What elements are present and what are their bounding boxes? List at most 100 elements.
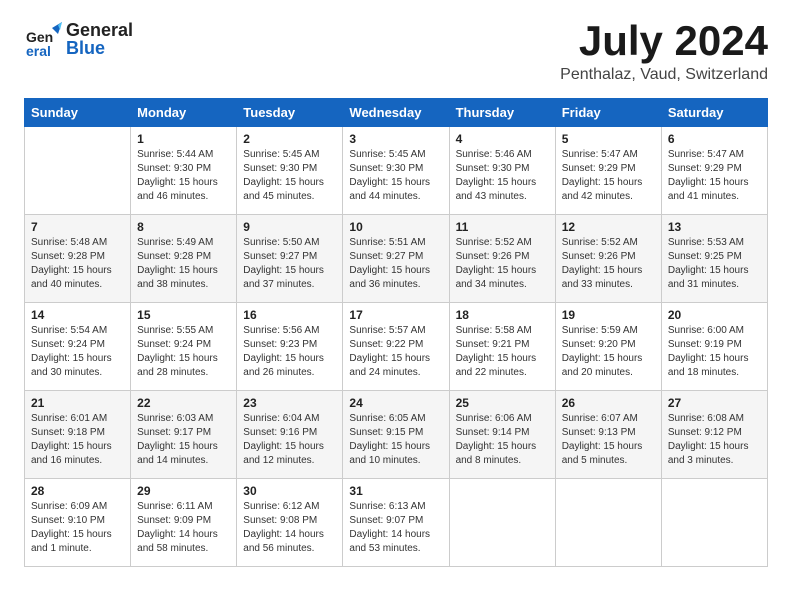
cell-sun-info: Sunrise: 5:52 AM Sunset: 9:26 PM Dayligh… (562, 236, 655, 292)
calendar-cell: 8 Sunrise: 5:49 AM Sunset: 9:28 PM Daylig… (131, 215, 237, 303)
calendar-cell: 4 Sunrise: 5:46 AM Sunset: 9:30 PM Daylig… (449, 127, 555, 215)
column-header-thursday: Thursday (449, 99, 555, 127)
logo-name: General Blue (66, 21, 133, 57)
cell-sun-info: Sunrise: 6:12 AM Sunset: 9:08 PM Dayligh… (243, 500, 336, 556)
cell-date-number: 1 (137, 132, 230, 146)
calendar-cell: 2 Sunrise: 5:45 AM Sunset: 9:30 PM Daylig… (237, 127, 343, 215)
cell-sun-info: Sunrise: 5:52 AM Sunset: 9:26 PM Dayligh… (456, 236, 549, 292)
calendar-cell: 11 Sunrise: 5:52 AM Sunset: 9:26 PM Dayli… (449, 215, 555, 303)
cell-sun-info: Sunrise: 5:48 AM Sunset: 9:28 PM Dayligh… (31, 236, 124, 292)
calendar-cell: 5 Sunrise: 5:47 AM Sunset: 9:29 PM Daylig… (555, 127, 661, 215)
cell-sun-info: Sunrise: 5:56 AM Sunset: 9:23 PM Dayligh… (243, 324, 336, 380)
calendar-header-row: SundayMondayTuesdayWednesdayThursdayFrid… (25, 99, 768, 127)
title-block: July 2024 Penthalaz, Vaud, Switzerland (560, 20, 768, 84)
cell-date-number: 2 (243, 132, 336, 146)
cell-sun-info: Sunrise: 6:04 AM Sunset: 9:16 PM Dayligh… (243, 412, 336, 468)
calendar-cell: 19Sunrise: 5:59 AM Sunset: 9:20 PM Dayli… (555, 303, 661, 391)
cell-date-number: 26 (562, 396, 655, 410)
calendar-cell: 7 Sunrise: 5:48 AM Sunset: 9:28 PM Daylig… (25, 215, 131, 303)
calendar-week-row: 7 Sunrise: 5:48 AM Sunset: 9:28 PM Daylig… (25, 215, 768, 303)
cell-sun-info: Sunrise: 5:47 AM Sunset: 9:29 PM Dayligh… (668, 148, 761, 204)
calendar-cell: 30 Sunrise: 6:12 AM Sunset: 9:08 PM Dayli… (237, 479, 343, 567)
calendar-cell (555, 479, 661, 567)
cell-date-number: 4 (456, 132, 549, 146)
calendar-table: SundayMondayTuesdayWednesdayThursdayFrid… (24, 98, 768, 567)
cell-sun-info: Sunrise: 6:06 AM Sunset: 9:14 PM Dayligh… (456, 412, 549, 468)
cell-date-number: 20 (668, 308, 761, 322)
cell-sun-info: Sunrise: 5:54 AM Sunset: 9:24 PM Dayligh… (31, 324, 124, 380)
cell-date-number: 7 (31, 220, 124, 234)
column-header-monday: Monday (131, 99, 237, 127)
cell-sun-info: Sunrise: 5:57 AM Sunset: 9:22 PM Dayligh… (349, 324, 442, 380)
cell-date-number: 24 (349, 396, 442, 410)
calendar-cell: 3Sunrise: 5:45 AM Sunset: 9:30 PM Daylig… (343, 127, 449, 215)
calendar-cell: 10 Sunrise: 5:51 AM Sunset: 9:27 PM Dayli… (343, 215, 449, 303)
cell-sun-info: Sunrise: 5:46 AM Sunset: 9:30 PM Dayligh… (456, 148, 549, 204)
cell-sun-info: Sunrise: 5:51 AM Sunset: 9:27 PM Dayligh… (349, 236, 442, 292)
calendar-cell (25, 127, 131, 215)
cell-date-number: 22 (137, 396, 230, 410)
cell-sun-info: Sunrise: 5:47 AM Sunset: 9:29 PM Dayligh… (562, 148, 655, 204)
calendar-week-row: 21 Sunrise: 6:01 AM Sunset: 9:18 PM Dayli… (25, 391, 768, 479)
cell-date-number: 30 (243, 484, 336, 498)
calendar-cell: 15Sunrise: 5:55 AM Sunset: 9:24 PM Dayli… (131, 303, 237, 391)
svg-text:eral: eral (26, 43, 51, 58)
column-header-friday: Friday (555, 99, 661, 127)
calendar-cell: 13Sunrise: 5:53 AM Sunset: 9:25 PM Dayli… (661, 215, 767, 303)
cell-date-number: 23 (243, 396, 336, 410)
cell-date-number: 25 (456, 396, 549, 410)
cell-date-number: 5 (562, 132, 655, 146)
calendar-cell (449, 479, 555, 567)
calendar-cell: 6 Sunrise: 5:47 AM Sunset: 9:29 PM Daylig… (661, 127, 767, 215)
calendar-cell: 31Sunrise: 6:13 AM Sunset: 9:07 PM Dayli… (343, 479, 449, 567)
calendar-week-row: 1 Sunrise: 5:44 AM Sunset: 9:30 PM Daylig… (25, 127, 768, 215)
cell-date-number: 15 (137, 308, 230, 322)
cell-sun-info: Sunrise: 6:13 AM Sunset: 9:07 PM Dayligh… (349, 500, 442, 556)
location-text: Penthalaz, Vaud, Switzerland (560, 66, 768, 84)
calendar-cell (661, 479, 767, 567)
cell-sun-info: Sunrise: 5:50 AM Sunset: 9:27 PM Dayligh… (243, 236, 336, 292)
page-header: Gen eral General Blue July 2024 Penthala… (24, 20, 768, 84)
cell-date-number: 3 (349, 132, 442, 146)
cell-sun-info: Sunrise: 6:11 AM Sunset: 9:09 PM Dayligh… (137, 500, 230, 556)
calendar-cell: 25 Sunrise: 6:06 AM Sunset: 9:14 PM Dayli… (449, 391, 555, 479)
calendar-cell: 24 Sunrise: 6:05 AM Sunset: 9:15 PM Dayli… (343, 391, 449, 479)
logo-icon: Gen eral (24, 20, 62, 58)
cell-sun-info: Sunrise: 5:44 AM Sunset: 9:30 PM Dayligh… (137, 148, 230, 204)
logo: Gen eral General Blue (24, 20, 133, 58)
month-title: July 2024 (560, 20, 768, 62)
cell-date-number: 21 (31, 396, 124, 410)
column-header-wednesday: Wednesday (343, 99, 449, 127)
logo-general-text: General (66, 21, 133, 39)
calendar-cell: 12Sunrise: 5:52 AM Sunset: 9:26 PM Dayli… (555, 215, 661, 303)
cell-sun-info: Sunrise: 5:45 AM Sunset: 9:30 PM Dayligh… (243, 148, 336, 204)
cell-sun-info: Sunrise: 5:49 AM Sunset: 9:28 PM Dayligh… (137, 236, 230, 292)
cell-sun-info: Sunrise: 6:09 AM Sunset: 9:10 PM Dayligh… (31, 500, 124, 556)
calendar-cell: 14 Sunrise: 5:54 AM Sunset: 9:24 PM Dayli… (25, 303, 131, 391)
cell-date-number: 10 (349, 220, 442, 234)
calendar-cell: 21 Sunrise: 6:01 AM Sunset: 9:18 PM Dayli… (25, 391, 131, 479)
cell-sun-info: Sunrise: 6:05 AM Sunset: 9:15 PM Dayligh… (349, 412, 442, 468)
calendar-cell: 16Sunrise: 5:56 AM Sunset: 9:23 PM Dayli… (237, 303, 343, 391)
calendar-cell: 22 Sunrise: 6:03 AM Sunset: 9:17 PM Dayli… (131, 391, 237, 479)
cell-date-number: 9 (243, 220, 336, 234)
cell-sun-info: Sunrise: 5:59 AM Sunset: 9:20 PM Dayligh… (562, 324, 655, 380)
column-header-tuesday: Tuesday (237, 99, 343, 127)
logo-blue-text: Blue (66, 39, 133, 57)
cell-date-number: 13 (668, 220, 761, 234)
calendar-cell: 1 Sunrise: 5:44 AM Sunset: 9:30 PM Daylig… (131, 127, 237, 215)
cell-date-number: 6 (668, 132, 761, 146)
column-header-sunday: Sunday (25, 99, 131, 127)
calendar-cell: 17 Sunrise: 5:57 AM Sunset: 9:22 PM Dayli… (343, 303, 449, 391)
calendar-week-row: 28Sunrise: 6:09 AM Sunset: 9:10 PM Dayli… (25, 479, 768, 567)
calendar-cell: 27Sunrise: 6:08 AM Sunset: 9:12 PM Dayli… (661, 391, 767, 479)
cell-date-number: 14 (31, 308, 124, 322)
cell-sun-info: Sunrise: 6:03 AM Sunset: 9:17 PM Dayligh… (137, 412, 230, 468)
cell-date-number: 18 (456, 308, 549, 322)
calendar-cell: 23 Sunrise: 6:04 AM Sunset: 9:16 PM Dayli… (237, 391, 343, 479)
cell-date-number: 11 (456, 220, 549, 234)
cell-date-number: 8 (137, 220, 230, 234)
cell-date-number: 17 (349, 308, 442, 322)
cell-sun-info: Sunrise: 6:01 AM Sunset: 9:18 PM Dayligh… (31, 412, 124, 468)
calendar-cell: 9 Sunrise: 5:50 AM Sunset: 9:27 PM Daylig… (237, 215, 343, 303)
